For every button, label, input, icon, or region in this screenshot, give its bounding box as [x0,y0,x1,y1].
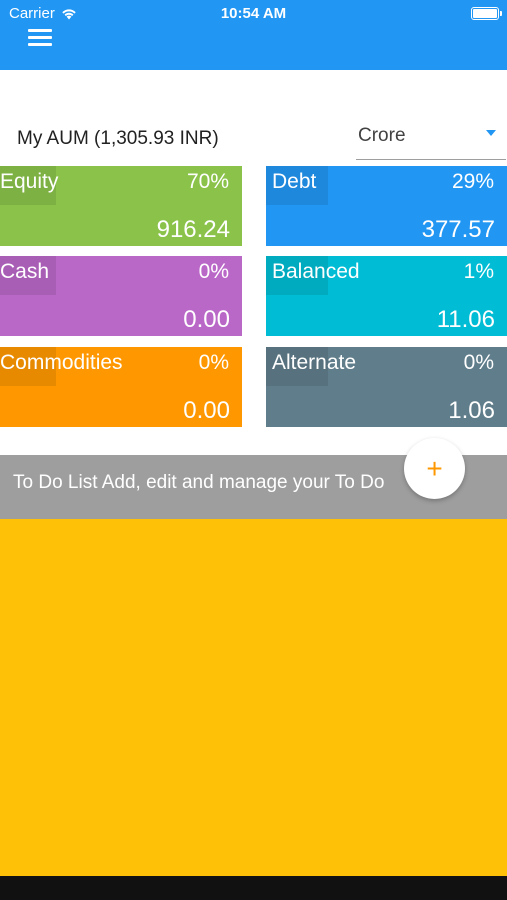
aum-title: My AUM (1,305.93 INR) [17,128,219,149]
tile-debt[interactable]: Debt 29% 377.57 [266,166,507,246]
tile-name: Alternate [272,351,357,374]
caret-down-icon [486,130,496,136]
tile-alternate[interactable]: Alternate 0% 1.06 [266,347,507,427]
tile-amount: 1.06 [448,397,495,424]
tile-percent: 0% [198,260,229,283]
tile-amount: 377.57 [421,216,495,243]
tile-percent: 29% [451,170,494,193]
tile-percent: 0% [198,351,229,374]
tile-amount: 11.06 [436,306,495,333]
status-bar: Carrier 10:54 AM [0,0,507,28]
tile-percent: 1% [463,260,494,283]
tile-name: Equity [0,170,59,193]
tile-amount: 0.00 [183,306,230,333]
tile-percent: 0% [463,351,494,374]
tile-cash[interactable]: Cash 0% 0.00 [0,256,242,336]
bottom-bar [0,876,507,900]
tile-name: Cash [0,260,50,283]
tile-name: Debt [272,170,317,193]
tile-percent: 70% [186,170,229,193]
status-time: 10:54 AM [220,5,287,22]
tile-name: Balanced [272,260,360,283]
app-header: Carrier 10:54 AM [0,0,507,70]
tile-name: Commodities [0,351,123,374]
tile-amount: 0.00 [183,397,230,424]
tile-commodities[interactable]: Commodities 0% 0.00 [0,347,242,427]
unit-dropdown[interactable]: Crore [356,118,506,160]
tile-equity[interactable]: Equity 70% 916.24 [0,166,242,246]
tile-amount: 916.24 [156,216,230,243]
add-todo-button[interactable]: + [404,438,465,499]
todo-text: To Do List Add, edit and manage your To … [13,472,385,493]
tile-balanced[interactable]: Balanced 1% 11.06 [266,256,507,336]
todo-panel [0,519,507,876]
hamburger-menu-icon[interactable] [28,29,52,47]
plus-icon: + [426,452,443,484]
battery-icon [471,7,502,20]
unit-dropdown-value: Crore [358,125,406,146]
